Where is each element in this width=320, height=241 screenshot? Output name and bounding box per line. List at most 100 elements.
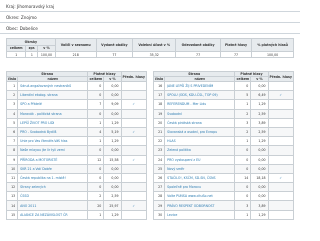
party-name-link[interactable]: ALIANCE ZA NEZÁVISLOST ČR [17,209,89,220]
party-row: 23 Zelená politika 0 0,00 [152,145,295,156]
preference-votes-link[interactable] [267,163,295,174]
party-number: 12 [5,182,19,193]
party-name-link[interactable]: HLAS [164,136,236,147]
party-row: 16 JANE LEPŠÍ ŽIJ S PRIVEDENÍM 0 0,00 [152,80,295,92]
party-name-link[interactable]: PRO vystoupení z EU [164,154,236,165]
party-votes-pct: 1,29 [103,117,122,128]
party-number: 4 [5,108,19,119]
party-name-link[interactable]: Česká republika na 1. místě! [17,172,89,184]
party-name-link[interactable]: STAČILO!, KSČM, SD-SN, ČSNS [164,172,236,184]
party-number: 18 [152,99,166,110]
preference-votes-link[interactable] [267,182,295,193]
preference-votes-link[interactable] [267,145,295,156]
preference-votes-link[interactable]: ✓ [267,172,295,184]
party-votes-pct: 0,00 [103,80,122,92]
party-name-link[interactable]: Zelená politika [164,145,236,156]
party-number: 24 [152,154,166,165]
party-name-link[interactable]: ČSSD [17,191,89,202]
party-votes: 0 [87,108,105,119]
party-name-link[interactable]: Volte PUNSA www.cituSo.net [164,191,236,202]
party-name-link[interactable]: Naše mlayou jte lir tyli zemi [17,145,89,156]
party-name-link[interactable]: Levice [164,209,236,220]
party-name-link[interactable]: Slovanská a osobní, pro Evropu [164,126,236,138]
preference-votes-link[interactable] [120,108,148,119]
party-name-link[interactable]: JANE LEPŠÍ ŽIJ S PRIVEDENÍM [164,80,236,92]
party-votes-pct: 0,00 [250,182,269,193]
preference-votes-link[interactable] [120,209,148,220]
party-name-link[interactable]: Strany zelených [17,182,89,193]
preference-votes-link[interactable] [267,126,295,138]
party-name-link[interactable]: Unie pro Vas čtenáře-Váš hlas [17,136,89,147]
preference-votes-link[interactable] [120,163,148,174]
party-name-link[interactable]: PRÁVO RESPEKT ODBORNOST [164,200,236,211]
party-votes: 1 [234,209,252,220]
party-name-link[interactable]: SKR 21 a Volí Dobře [17,163,89,174]
party-votes: 20 [87,200,105,211]
party-number: 15 [5,209,19,220]
summary-cell: 35,32 [132,51,177,58]
party-votes-pct: 3,89 [250,200,269,211]
party-row: 13 ČSSD 2 2,59 [5,191,148,202]
preference-votes-link[interactable] [120,172,148,184]
party-name-link[interactable]: PRO - Svobodná Bydlíš [17,126,89,138]
preference-votes-link[interactable] [267,117,295,128]
party-name-link[interactable]: Svobodní [164,108,236,119]
preference-votes-link[interactable]: ✓ [120,126,148,138]
party-name-link[interactable]: Moravák - politická strana [17,108,89,119]
party-name-link[interactable]: Společně pro Moravu [164,182,236,193]
party-name-link[interactable]: Sdruž.angažovaných nestraníků [17,80,89,92]
party-votes-pct: 0,00 [250,154,269,165]
col-header-cislo: číslo [152,76,166,82]
party-votes: 1 [87,136,105,147]
preference-votes-link[interactable] [267,154,295,165]
summary-cell: 100,00 [251,51,294,58]
preference-votes-link[interactable] [120,80,148,92]
party-row: 8 Naše mlayou jte lir tyli zemi 0 0,00 [5,145,148,156]
party-name-link[interactable]: REFERENDUM - Mer Lidu [164,99,236,110]
preference-votes-link[interactable] [267,200,295,211]
party-name-link[interactable]: Nový směr [164,163,236,174]
party-name-link[interactable]: Česká pirátská strana [164,117,236,128]
party-votes-pct: 1,29 [103,136,122,147]
preference-votes-link[interactable] [267,80,295,92]
party-name-link[interactable]: SPO a Přátelé [17,99,89,110]
preference-votes-link[interactable] [120,117,148,128]
preference-votes-link[interactable] [120,145,148,156]
party-name-link[interactable]: SPOLU (ODS, KDU-ČSL, TOP 09) [164,90,236,101]
party-votes: 0 [87,90,105,101]
party-row: 26 STAČILO!, KSČM, SD-SN, ČSNS 14 18,18 ✓ [152,172,295,184]
preference-votes-link[interactable] [120,136,148,147]
party-votes: 3 [234,117,252,128]
party-name-link[interactable]: LEPŠÍ ŽIVOT PRO LIDI [17,117,89,128]
party-name-link[interactable]: PŘÍRODA a MOTORISTÉ [17,154,89,165]
preference-votes-link[interactable] [267,99,295,110]
col-header-odevzdane: Odevzdané obálky [175,38,221,52]
party-row: 21 Slovanská a osobní, pro Evropu 2 2,59 [152,126,295,138]
party-votes-pct: 0,00 [103,108,122,119]
party-name-link[interactable]: Liberální ekolog. strana [17,90,89,101]
party-votes: 0 [87,80,105,92]
preference-votes-link[interactable] [267,108,295,119]
preference-votes-link[interactable] [267,209,295,220]
preference-votes-link[interactable]: ✓ [120,154,148,165]
party-row: 3 SPO a Přátelé 7 9,09 ✓ [5,99,148,110]
party-number: 29 [152,200,166,211]
preference-votes-link[interactable] [267,136,295,147]
preference-votes-link[interactable] [120,191,148,202]
party-row: 5 LEPŠÍ ŽIVOT PRO LIDI 1 1,29 [5,117,148,128]
party-name-link[interactable]: ANO 2011 [17,200,89,211]
preference-votes-link[interactable]: ✓ [120,200,148,211]
preference-votes-link[interactable] [267,191,295,202]
party-votes-pct: 1,29 [250,209,269,220]
party-row: 30 Levice 1 1,29 [152,209,295,220]
preference-votes-link[interactable]: ✓ [120,99,148,110]
party-votes-pct: 25,97 [103,200,122,211]
party-votes-pct: 0,00 [250,163,269,174]
preference-votes-link[interactable]: ✓ [267,90,295,101]
party-votes-pct: 0,00 [250,191,269,202]
preference-votes-link[interactable] [120,182,148,193]
party-row: 4 Moravák - politická strana 0 0,00 [5,108,148,119]
preference-votes-link[interactable] [120,90,148,101]
summary-row: 1 1 100,00 218 77 35,32 77 77 100,00 [5,51,294,58]
party-row: 7 Unie pro Vas čtenáře-Váš hlas 1 1,29 [5,136,148,147]
